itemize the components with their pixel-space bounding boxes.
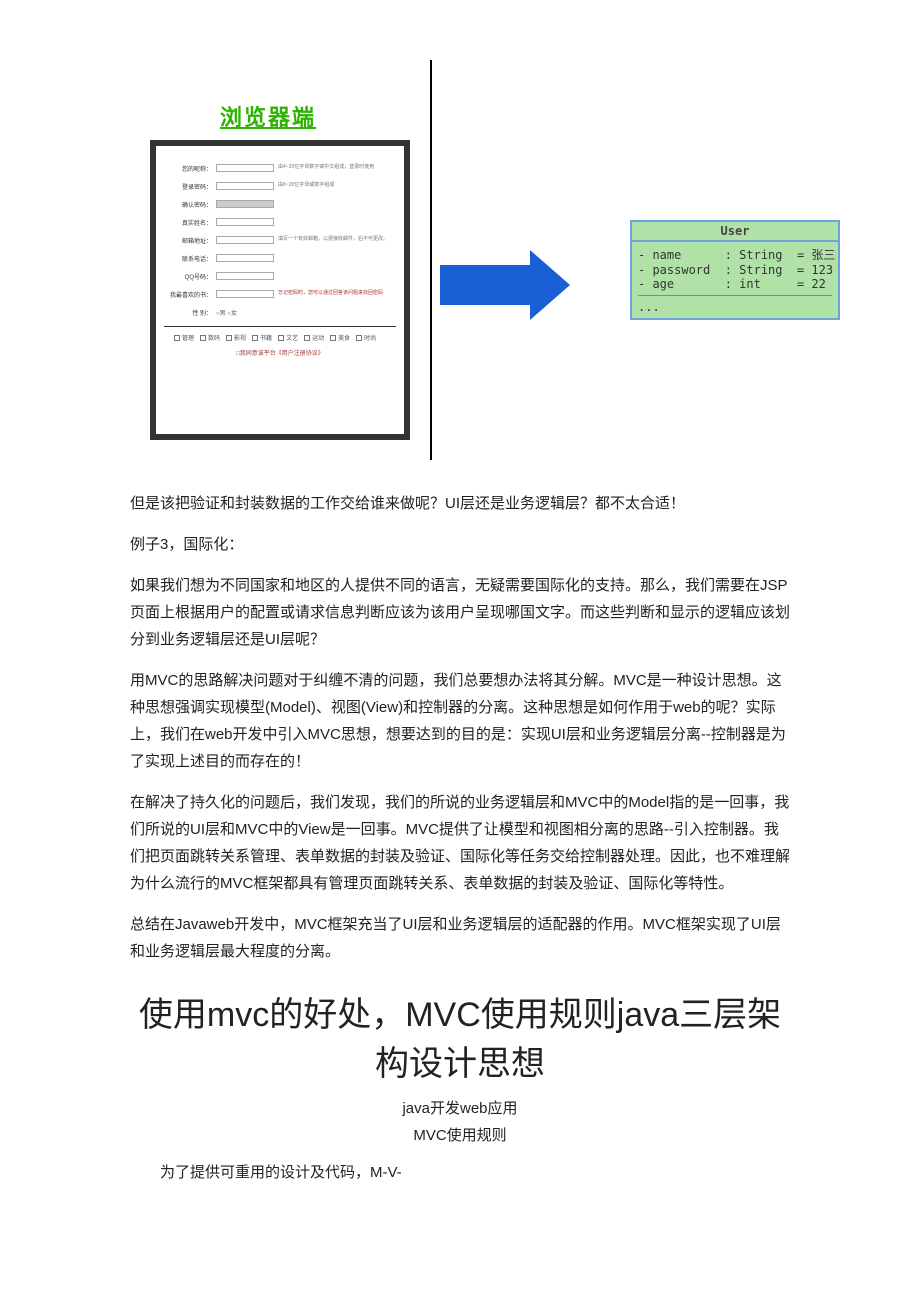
form-row: 我最喜欢的书：忘记密码时，您可以通过回答该问题来找回密码 [164, 290, 396, 299]
arrow-icon [440, 250, 570, 320]
paragraph: 为了提供可重用的设计及代码，M-V- [130, 1159, 790, 1186]
form-row: 联系电话： [164, 254, 396, 263]
article-title: 使用mvc的好处，MVC使用规则java三层架构设计思想 [130, 987, 790, 1085]
registration-form-mock: 您的昵称：由4~20位字母数字或中文组成，登录时使用 登录密码：由6~20位字母… [150, 140, 410, 440]
agreement-note: □我同意该平台《用户注册协议》 [164, 348, 396, 357]
vertical-divider [430, 60, 432, 460]
interest-checks: 管理 数码 影视 书籍 文艺 运动 美食 时尚 [164, 333, 396, 342]
paragraph: 但是该把验证和封装数据的工作交给谁来做呢？UI层还是业务逻辑层？都不太合适！ [130, 490, 790, 517]
paragraph: 用MVC的思路解决问题对于纠缠不清的问题，我们总要想办法将其分解。MVC是一种设… [130, 667, 790, 775]
form-row: 邮箱地址：填写一个有效邮箱，以便接收邮件，后不可更改。 [164, 236, 396, 245]
paragraph: 如果我们想为不同国家和地区的人提供不同的语言，无疑需要国际化的支持。那么，我们需… [130, 572, 790, 653]
user-box-title: User [632, 222, 838, 242]
user-field: - age : int = 22 [638, 277, 832, 291]
subtitle-line: java开发web应用 [130, 1097, 790, 1118]
user-class-box: User - name : String = 张三 - password : S… [630, 220, 840, 320]
form-row: 登录密码：由6~20位字母或数字组成 [164, 182, 396, 191]
diagram: 浏览器端 您的昵称：由4~20位字母数字或中文组成，登录时使用 登录密码：由6~… [130, 100, 790, 460]
paragraph: 总结在Javaweb开发中，MVC框架充当了UI层和业务逻辑层的适配器的作用。M… [130, 911, 790, 965]
form-row: QQ号码： [164, 272, 396, 281]
form-row-gender: 性 别： ○男 ○女 [164, 308, 396, 317]
user-field: ... [638, 300, 832, 314]
form-row: 您的昵称：由4~20位字母数字或中文组成，登录时使用 [164, 164, 396, 173]
paragraph: 例子3，国际化： [130, 531, 790, 558]
user-field: - name : String = 张三 [638, 246, 832, 263]
form-row: 确认密码： [164, 200, 396, 209]
subtitle-line: MVC使用规则 [130, 1124, 790, 1145]
paragraph: 在解决了持久化的问题后，我们发现，我们的所说的业务逻辑层和MVC中的Model指… [130, 789, 790, 897]
browser-side-label: 浏览器端 [220, 100, 316, 132]
form-row: 真实姓名： [164, 218, 396, 227]
user-field: - password : String = 123 [638, 263, 832, 277]
